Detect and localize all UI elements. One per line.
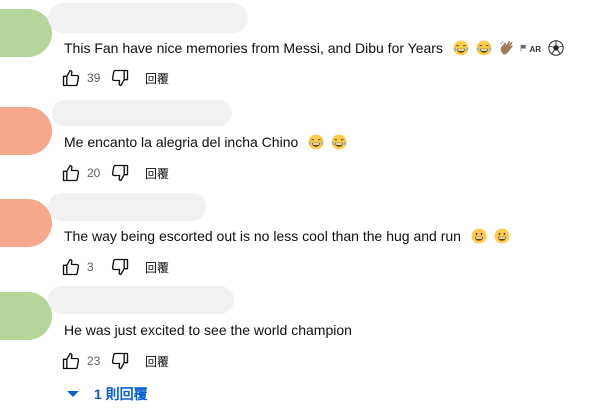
dislike-button[interactable] bbox=[109, 67, 131, 89]
avatar[interactable] bbox=[0, 107, 52, 155]
grinning-face-icon bbox=[494, 228, 510, 244]
thumbs-up-icon bbox=[61, 257, 81, 277]
thumbs-up-icon bbox=[61, 68, 81, 88]
reply-button[interactable]: 回覆 bbox=[145, 353, 169, 370]
face-with-tears-of-joy-icon bbox=[453, 40, 469, 56]
dislike-button[interactable] bbox=[109, 256, 131, 278]
thumbs-up-icon bbox=[61, 351, 81, 371]
thumbs-down-icon bbox=[110, 351, 130, 371]
comment-body: The way being escorted out is no less co… bbox=[64, 228, 461, 244]
comment-text: This Fan have nice memories from Messi, … bbox=[64, 38, 564, 60]
view-replies-label: 1 則回覆 bbox=[94, 386, 148, 402]
author-name-blurred[interactable] bbox=[52, 100, 232, 126]
comment-body: Me encanto la alegria del incha Chino bbox=[64, 134, 299, 150]
avatar[interactable] bbox=[0, 9, 52, 57]
reply-button[interactable]: 回覆 bbox=[145, 259, 169, 276]
reply-button[interactable]: 回覆 bbox=[145, 70, 169, 87]
comment-actions: 23 回覆 bbox=[60, 349, 169, 373]
face-with-tears-of-joy-icon bbox=[476, 40, 492, 56]
comment-text: Me encanto la alegria del incha Chino bbox=[64, 132, 347, 152]
dislike-button[interactable] bbox=[109, 350, 131, 372]
comment-actions: 3 回覆 bbox=[60, 255, 169, 279]
thumbs-down-icon bbox=[110, 68, 130, 88]
like-button[interactable] bbox=[60, 256, 82, 278]
argentina-flag-icon bbox=[520, 40, 528, 56]
comment-text: He was just excited to see the world cha… bbox=[64, 320, 352, 340]
soccer-ball-icon bbox=[548, 40, 564, 56]
face-with-tears-of-joy-icon bbox=[331, 134, 347, 150]
like-count: 20 bbox=[87, 166, 101, 180]
flag-label: AR bbox=[529, 45, 542, 54]
like-button[interactable] bbox=[60, 162, 82, 184]
clapping-hands-icon bbox=[499, 40, 515, 56]
thumbs-down-icon bbox=[110, 257, 130, 277]
grinning-face-icon bbox=[471, 228, 487, 244]
author-name-blurred[interactable] bbox=[48, 193, 206, 221]
dislike-button[interactable] bbox=[109, 162, 131, 184]
reply-button[interactable]: 回覆 bbox=[145, 165, 169, 182]
like-count: 23 bbox=[87, 354, 101, 368]
like-button[interactable] bbox=[60, 350, 82, 372]
like-count: 3 bbox=[87, 260, 94, 274]
comment-text: The way being escorted out is no less co… bbox=[64, 226, 510, 246]
chevron-down-icon bbox=[67, 391, 79, 397]
author-name-blurred[interactable] bbox=[48, 3, 248, 33]
thumbs-up-icon bbox=[61, 163, 81, 183]
comment-body: This Fan have nice memories from Messi, … bbox=[64, 40, 443, 56]
comment-actions: 39 回覆 bbox=[60, 66, 169, 90]
comment-body: He was just excited to see the world cha… bbox=[64, 322, 352, 338]
thumbs-down-icon bbox=[110, 163, 130, 183]
comment-actions: 20 回覆 bbox=[60, 161, 169, 185]
like-button[interactable] bbox=[60, 67, 82, 89]
author-name-blurred[interactable] bbox=[48, 286, 234, 314]
avatar[interactable] bbox=[0, 199, 52, 247]
view-replies-button[interactable]: 1 則回覆 bbox=[66, 384, 148, 404]
like-count: 39 bbox=[87, 71, 101, 85]
avatar[interactable] bbox=[0, 292, 52, 340]
face-with-tears-of-joy-icon bbox=[308, 134, 324, 150]
